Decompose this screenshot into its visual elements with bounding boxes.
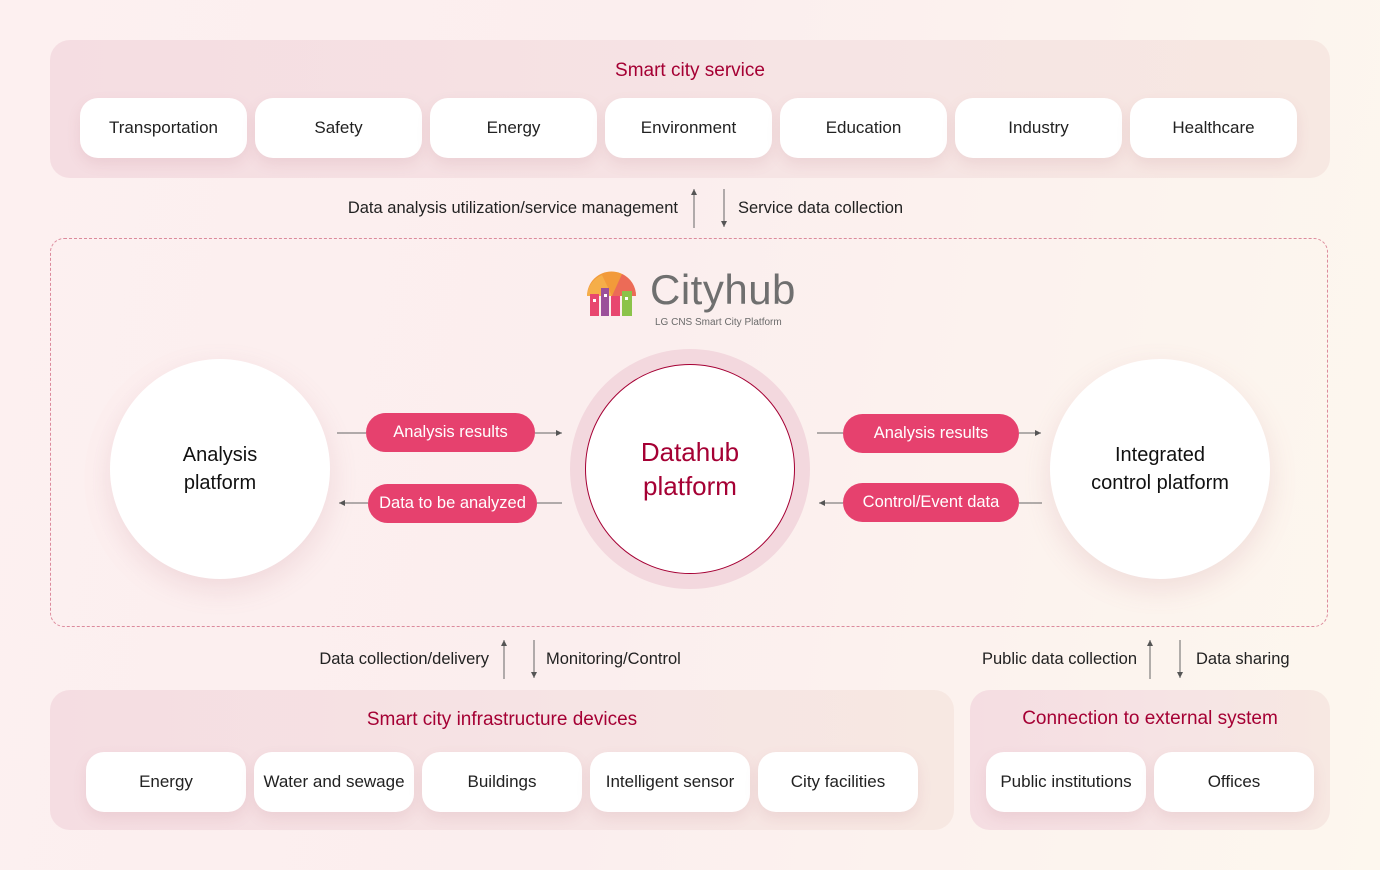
service-environment[interactable]: Environment	[605, 98, 772, 158]
flow-label-service-management: Data analysis utilization/service manage…	[347, 199, 678, 217]
external-system-panel: Connection to external system Public ins…	[970, 690, 1330, 830]
external-system-title: Connection to external system	[1022, 708, 1278, 729]
integrated-control-platform-node[interactable]: Integrated control platform	[1050, 359, 1270, 579]
infrastructure-devices-panel: Smart city infrastructure devices Energy…	[50, 690, 954, 830]
cityhub-tagline: LG CNS Smart City Platform	[655, 317, 782, 328]
service-industry[interactable]: Industry	[955, 98, 1122, 158]
pill-analysis-results-left: Analysis results	[366, 413, 535, 452]
infra-energy[interactable]: Energy	[86, 752, 246, 812]
datahub-platform-label: Datahub platform	[640, 437, 740, 501]
external-offices[interactable]: Offices	[1154, 752, 1314, 812]
smart-city-service-title: Smart city service	[615, 60, 765, 81]
pill-data-to-be-analyzed: Data to be analyzed	[368, 484, 537, 523]
analysis-platform-label: Analysis platform	[182, 444, 258, 494]
service-safety[interactable]: Safety	[255, 98, 422, 158]
flow-label-data-sharing: Data sharing	[1196, 650, 1290, 668]
datahub-platform-node[interactable]: Datahub platform	[585, 364, 795, 574]
cityhub-wordmark: Cityhub	[650, 266, 796, 313]
smart-city-service-panel: Smart city service Transportation Safety…	[50, 40, 1330, 178]
service-education[interactable]: Education	[780, 98, 947, 158]
service-healthcare[interactable]: Healthcare	[1130, 98, 1297, 158]
flow-label-public-data-collection: Public data collection	[981, 650, 1137, 668]
infra-water-and-sewage[interactable]: Water and sewage	[254, 752, 414, 812]
flow-label-monitoring-control: Monitoring/Control	[546, 650, 681, 668]
infrastructure-devices-title: Smart city infrastructure devices	[366, 709, 638, 730]
service-transportation[interactable]: Transportation	[80, 98, 247, 158]
pill-control-event-data: Control/Event data	[843, 483, 1019, 522]
integrated-control-platform-label: Integrated control platform	[1091, 444, 1229, 494]
analysis-platform-node[interactable]: Analysis platform	[110, 359, 330, 579]
external-public-institutions[interactable]: Public institutions	[986, 752, 1146, 812]
pill-analysis-results-right: Analysis results	[843, 414, 1019, 453]
infra-city-facilities[interactable]: City facilities	[758, 752, 918, 812]
infra-intelligent-sensor[interactable]: Intelligent sensor	[590, 752, 750, 812]
infra-buildings[interactable]: Buildings	[422, 752, 582, 812]
service-energy[interactable]: Energy	[430, 98, 597, 158]
flow-label-data-collection-delivery: Data collection/delivery	[319, 650, 489, 668]
flow-label-service-data-collection: Service data collection	[738, 199, 904, 217]
